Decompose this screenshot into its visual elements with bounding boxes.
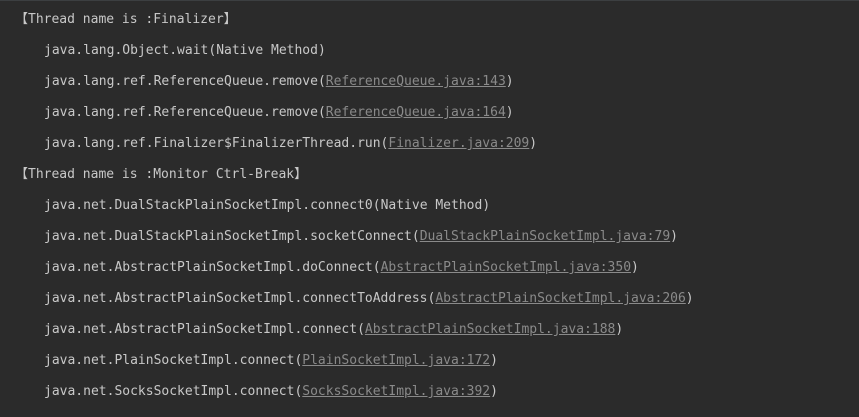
thread-header-text: 【Thread name is :Finalizer】 bbox=[15, 12, 237, 27]
frame-method: java.net.AbstractPlainSocketImpl.connect bbox=[44, 322, 358, 337]
thread-header-text: 【Thread name is :Monitor Ctrl-Break】 bbox=[15, 167, 308, 182]
frame-method: java.lang.ref.Finalizer$FinalizerThread.… bbox=[44, 136, 381, 151]
frame-close-paren: ) bbox=[631, 260, 639, 275]
frame-close-paren: ) bbox=[670, 229, 678, 244]
frame-method: java.net.PlainSocketImpl.connect bbox=[44, 353, 295, 368]
stack-frame-line: java.net.AbstractPlainSocketImpl.connect… bbox=[0, 283, 859, 314]
frame-method: java.lang.ref.ReferenceQueue.remove bbox=[44, 105, 318, 120]
stack-frame-line: java.lang.ref.Finalizer$FinalizerThread.… bbox=[0, 128, 859, 159]
stack-frame-line: java.net.PlainSocketImpl.connect(PlainSo… bbox=[0, 345, 859, 376]
source-location-link[interactable]: ReferenceQueue.java:143 bbox=[326, 74, 506, 89]
thread-header-line: 【Thread name is :Monitor Ctrl-Break】 bbox=[0, 159, 859, 190]
stack-frame-line: java.net.AbstractPlainSocketImpl.doConne… bbox=[0, 252, 859, 283]
frame-method: java.lang.Object.wait bbox=[44, 43, 209, 58]
frame-open-paren: ( bbox=[411, 229, 420, 244]
console-output: 【Thread name is :Finalizer】 java.lang.Obj… bbox=[0, 0, 859, 417]
stack-frame-line: java.net.SocksSocketImpl.connect(SocksSo… bbox=[0, 376, 859, 407]
frame-open-paren: ( bbox=[317, 105, 326, 120]
frame-close-paren: ) bbox=[529, 136, 538, 151]
source-location-link[interactable]: ReferenceQueue.java:164 bbox=[326, 105, 506, 120]
frame-open-paren: ( bbox=[372, 260, 381, 275]
frame-close-paren: ) bbox=[615, 322, 624, 337]
frame-close-paren: ) bbox=[482, 198, 491, 213]
frame-method: java.net.AbstractPlainSocketImpl.connect… bbox=[44, 291, 428, 306]
stack-frame-line: java.net.DualStackPlainSocketImpl.socket… bbox=[0, 221, 859, 252]
stack-frame-line: java.net.AbstractPlainSocketImpl.connect… bbox=[0, 314, 859, 345]
frame-method: java.net.DualStackPlainSocketImpl.connec… bbox=[44, 198, 373, 213]
stack-frame-line: java.lang.Object.wait(Native Method) bbox=[0, 35, 859, 66]
stack-frame-line: java.lang.ref.ReferenceQueue.remove(Refe… bbox=[0, 97, 859, 128]
frame-open-paren: ( bbox=[372, 198, 381, 213]
frame-method: java.lang.ref.ReferenceQueue.remove bbox=[44, 74, 318, 89]
frame-close-paren: ) bbox=[490, 384, 498, 399]
frame-method: java.net.DualStackPlainSocketImpl.socket… bbox=[44, 229, 412, 244]
native-method-label: Native Method bbox=[216, 43, 318, 58]
frame-close-paren: ) bbox=[317, 43, 326, 58]
source-location-link[interactable]: AbstractPlainSocketImpl.java:350 bbox=[381, 260, 631, 275]
frame-open-paren: ( bbox=[317, 74, 326, 89]
frame-open-paren: ( bbox=[357, 322, 365, 337]
source-location-link[interactable]: AbstractPlainSocketImpl.java:188 bbox=[365, 322, 615, 337]
top-divider bbox=[0, 0, 859, 1]
source-location-link[interactable]: PlainSocketImpl.java:172 bbox=[302, 353, 490, 368]
console-lines: 【Thread name is :Finalizer】 java.lang.Obj… bbox=[0, 4, 859, 407]
source-location-link[interactable]: SocksSocketImpl.java:392 bbox=[302, 384, 490, 399]
frame-method: java.net.AbstractPlainSocketImpl.doConne… bbox=[44, 260, 373, 275]
frame-close-paren: ) bbox=[490, 353, 498, 368]
stack-frame-line: java.net.DualStackPlainSocketImpl.connec… bbox=[0, 190, 859, 221]
stack-frame-line: java.lang.ref.ReferenceQueue.remove(Refe… bbox=[0, 66, 859, 97]
frame-close-paren: ) bbox=[505, 105, 514, 120]
native-method-label: Native Method bbox=[380, 198, 483, 213]
thread-header-line: 【Thread name is :Finalizer】 bbox=[0, 4, 859, 35]
frame-close-paren: ) bbox=[685, 291, 694, 306]
source-location-link[interactable]: AbstractPlainSocketImpl.java:206 bbox=[435, 291, 685, 306]
frame-close-paren: ) bbox=[505, 74, 514, 89]
source-location-link[interactable]: DualStackPlainSocketImpl.java:79 bbox=[420, 229, 670, 244]
source-location-link[interactable]: Finalizer.java:209 bbox=[388, 136, 529, 151]
frame-method: java.net.SocksSocketImpl.connect bbox=[44, 384, 295, 399]
